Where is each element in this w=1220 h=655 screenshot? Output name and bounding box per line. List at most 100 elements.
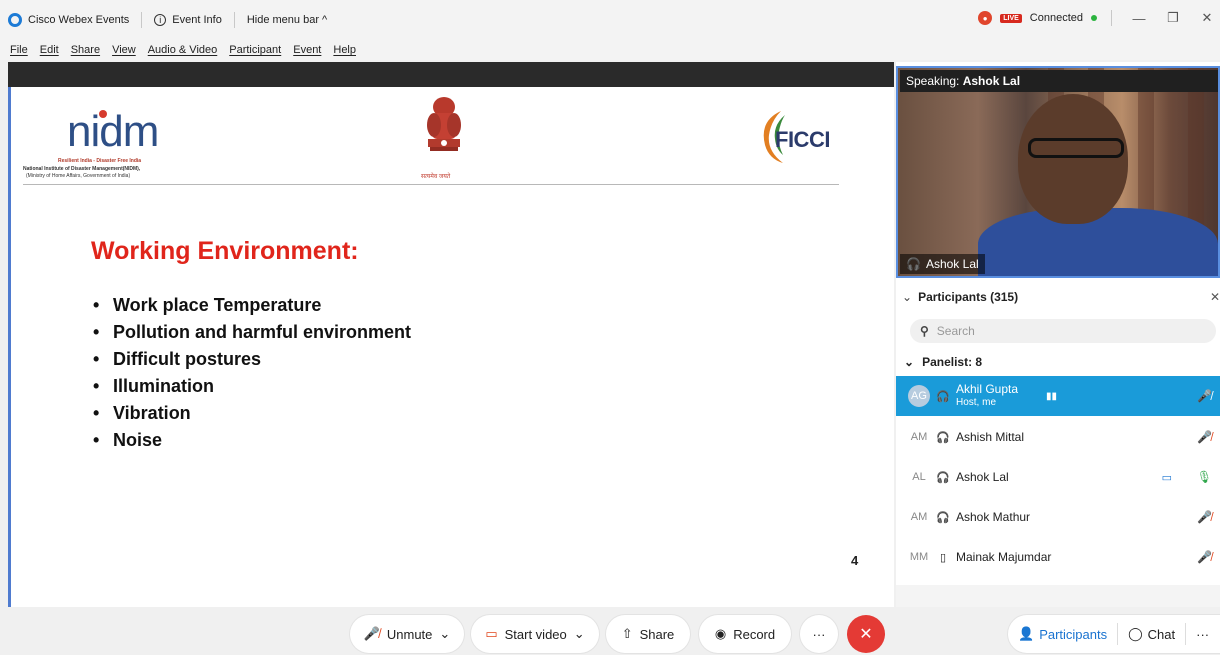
- nidm-ministry: (Ministry of Home Affairs, Government of…: [26, 173, 131, 179]
- panelist-section-header[interactable]: ⌄ Panelist: 8: [904, 355, 982, 369]
- phone-icon: ▯: [939, 551, 947, 564]
- menu-help[interactable]: Help: [333, 44, 356, 56]
- slide-page-number: 4: [851, 553, 859, 568]
- avatar: MM: [909, 551, 929, 563]
- bullet-item: Pollution and harmful environment: [93, 319, 411, 346]
- participants-count: Participants (315): [918, 290, 1019, 304]
- headset-icon: 🎧: [936, 390, 950, 403]
- nidm-logo: nidm: [67, 107, 159, 156]
- speaking-name: Ashok Lal: [962, 74, 1021, 88]
- participants-header[interactable]: ⌄ Participants (315): [896, 284, 1220, 310]
- info-icon[interactable]: i: [154, 14, 167, 26]
- chat-button[interactable]: ◯ Chat: [1118, 615, 1185, 653]
- chevron-down-icon[interactable]: ⌄: [902, 290, 912, 304]
- participants-button[interactable]: 👤 Participants: [1008, 615, 1117, 653]
- avatar: AL: [912, 471, 926, 483]
- search-input[interactable]: Search: [937, 324, 975, 338]
- mic-muted-icon[interactable]: 🎤̸: [1197, 389, 1212, 403]
- menu-file[interactable]: File: [10, 44, 28, 56]
- panel-footer: [896, 585, 1220, 607]
- slide-title: Working Environment:: [91, 237, 359, 265]
- record-button[interactable]: ◉ Record: [699, 615, 791, 653]
- record-icon: ◉: [714, 626, 727, 641]
- title-bar: Cisco Webex Events i Event Info Hide men…: [0, 0, 1220, 40]
- avatar: AG: [908, 385, 930, 407]
- shared-slide: nidm Resilient India - Disaster Free Ind…: [8, 87, 894, 645]
- menu-bar: File Edit Share View Audio & Video Parti…: [0, 40, 1220, 60]
- mic-muted-icon[interactable]: 🎤̸: [1197, 430, 1212, 444]
- speaking-label: Speaking:: [906, 74, 960, 88]
- menu-edit[interactable]: Edit: [40, 44, 59, 56]
- headset-icon: 🎧: [936, 511, 950, 524]
- menu-share[interactable]: Share: [71, 44, 100, 56]
- ficci-logo-text: FICCI: [775, 127, 830, 152]
- close-icon: ✕: [859, 626, 873, 643]
- slide-bullet-list: Work place Temperature Pollution and har…: [93, 292, 411, 454]
- divider: [233, 12, 235, 28]
- close-panel-icon[interactable]: ✕: [1210, 290, 1220, 304]
- record-label: Record: [733, 626, 776, 642]
- start-video-label: Start video: [504, 626, 567, 642]
- participant-role: Host, me: [956, 397, 997, 408]
- mic-muted-icon[interactable]: 🎤̸: [1197, 550, 1212, 564]
- chevron-down-icon[interactable]: ⌄: [439, 626, 450, 642]
- active-speaker-video[interactable]: Speaking: Ashok Lal 🎧 Ashok Lal: [896, 66, 1220, 278]
- video-off-icon: ▭: [485, 626, 498, 641]
- speaking-indicator: Speaking: Ashok Lal: [900, 70, 1218, 92]
- nidm-subtitle: National Institute of Disaster Managemen…: [23, 166, 141, 172]
- more-icon: ···: [812, 626, 826, 642]
- panelist-count: Panelist: 8: [922, 355, 983, 369]
- avatar: AM: [910, 511, 928, 523]
- connected-dot-icon: [1091, 15, 1097, 21]
- participant-name: Mainak Majumdar: [956, 550, 1052, 564]
- chevron-down-icon[interactable]: ⌄: [904, 355, 914, 369]
- more-icon: ···: [1196, 626, 1210, 642]
- video-name-tag: 🎧 Ashok Lal: [900, 254, 985, 274]
- meeting-toolbar: 🎤̸ Unmute ⌄ ▭ Start video ⌄ ⇧ Share ◉ Re…: [0, 607, 1220, 655]
- panel-toggle-group: 👤 Participants ◯ Chat ···: [1008, 615, 1220, 653]
- right-panel: Speaking: Ashok Lal 🎧 Ashok Lal ⌄ Partic…: [896, 62, 1220, 607]
- participant-row[interactable]: MM ▯ Mainak Majumdar 🎤̸: [896, 537, 1220, 577]
- unmute-button[interactable]: 🎤̸ Unmute ⌄: [350, 615, 464, 653]
- hide-menu-bar-button[interactable]: Hide menu bar ^: [247, 14, 327, 26]
- bullet-item: Illumination: [93, 373, 411, 400]
- mic-muted-icon: 🎤̸: [363, 626, 380, 641]
- chevron-down-icon[interactable]: ⌄: [574, 626, 585, 642]
- headset-icon: 🎧: [936, 471, 950, 484]
- chat-icon: ◯: [1128, 626, 1143, 641]
- search-icon: ⚲: [920, 324, 929, 338]
- menu-participant[interactable]: Participant: [229, 44, 281, 56]
- bullet-item: Noise: [93, 427, 411, 454]
- content-stage: nidm Resilient India - Disaster Free Ind…: [8, 62, 894, 645]
- nidm-tagline: Resilient India - Disaster Free India: [58, 158, 142, 164]
- participant-search[interactable]: ⚲ Search: [910, 319, 1216, 343]
- participant-row[interactable]: AL 🎧 Ashok Lal ▭ 🎙: [896, 457, 1220, 497]
- restore-button[interactable]: ❐: [1160, 10, 1186, 26]
- participant-name: Ashok Lal: [956, 470, 1009, 484]
- webex-logo-icon: [8, 13, 22, 27]
- leave-meeting-button[interactable]: ✕: [847, 615, 885, 653]
- headset-icon: 🎧: [936, 431, 950, 444]
- start-video-button[interactable]: ▭ Start video ⌄: [471, 615, 599, 653]
- menu-event[interactable]: Event: [293, 44, 321, 56]
- signal-strength-icon: ▮▮: [1046, 390, 1058, 402]
- national-emblem-icon: [427, 97, 461, 151]
- more-panels-button[interactable]: ···: [1186, 615, 1219, 653]
- participant-row[interactable]: AM 🎧 Ashok Mathur 🎤̸: [896, 497, 1220, 537]
- menu-view[interactable]: View: [112, 44, 136, 56]
- menu-audio-video[interactable]: Audio & Video: [148, 44, 218, 56]
- mic-muted-icon[interactable]: 🎤̸: [1197, 510, 1212, 524]
- event-info-button[interactable]: Event Info: [172, 14, 222, 26]
- unmute-label: Unmute: [386, 626, 433, 642]
- mic-on-icon[interactable]: 🎙: [1197, 470, 1212, 484]
- emblem-caption: सत्यमेव जयते: [421, 174, 451, 180]
- more-options-button[interactable]: ···: [800, 615, 838, 653]
- minimize-button[interactable]: —: [1126, 11, 1152, 26]
- participant-row[interactable]: AM 🎧 Ashish Mittal 🎤̸: [896, 417, 1220, 457]
- close-button[interactable]: ✕: [1194, 10, 1220, 26]
- share-button[interactable]: ⇧ Share: [606, 615, 690, 653]
- participants-label: Participants: [1039, 626, 1108, 642]
- speaker-head: [1018, 94, 1128, 224]
- nidm-logo-dot-icon: [99, 110, 107, 118]
- participant-row[interactable]: AG 🎧 Akhil Gupta Host, me ▮▮ 🎤̸: [896, 376, 1220, 416]
